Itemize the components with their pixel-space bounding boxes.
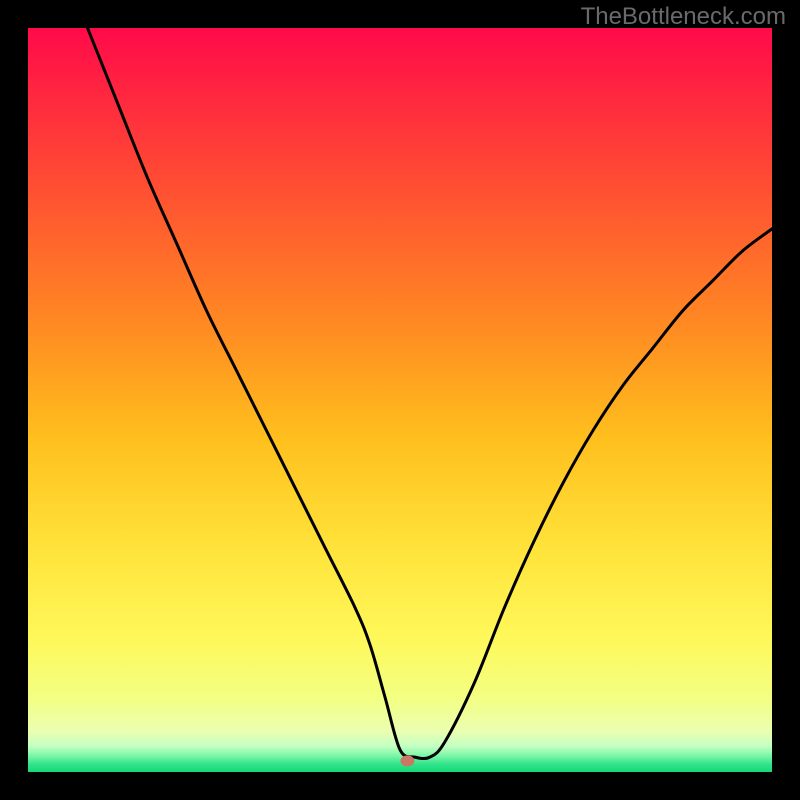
plot-area	[28, 28, 772, 772]
gradient-background	[28, 28, 772, 772]
watermark-text: TheBottleneck.com	[581, 3, 786, 31]
optimal-marker	[400, 755, 414, 766]
chart-svg	[28, 28, 772, 772]
chart-frame: TheBottleneck.com	[0, 0, 800, 800]
